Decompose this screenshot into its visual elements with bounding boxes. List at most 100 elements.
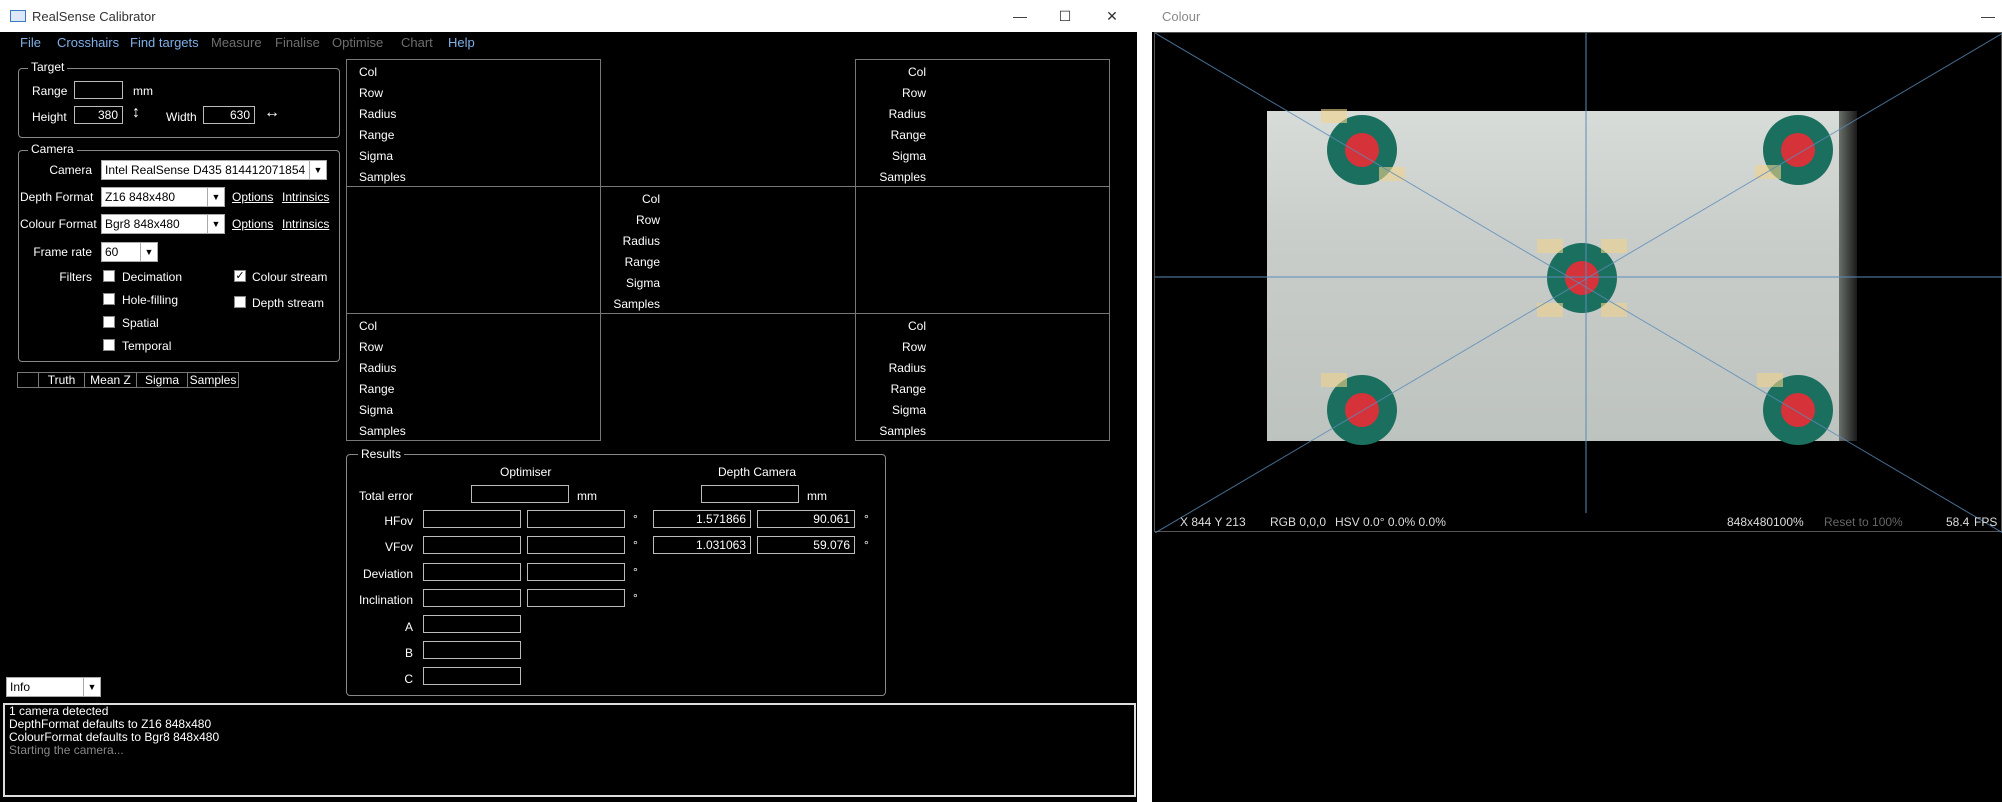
b-field[interactable] bbox=[423, 641, 521, 659]
depth-stream-label: Depth stream bbox=[252, 296, 325, 310]
camera-select-value: Intel RealSense D435 814412071854 bbox=[105, 163, 306, 177]
cell-radius-label: Radius bbox=[888, 361, 926, 375]
inclination-label: Inclination bbox=[358, 593, 413, 607]
vfov-optimiser-field-2[interactable] bbox=[527, 536, 625, 554]
log-level-value: Info bbox=[10, 680, 31, 694]
target-group-label: Target bbox=[28, 60, 68, 74]
menu-crosshairs[interactable]: Crosshairs bbox=[57, 35, 119, 50]
reset-zoom-button[interactable]: Reset to 100% bbox=[1824, 515, 1903, 529]
colour-intrinsics-link[interactable]: Intrinsics bbox=[282, 217, 329, 231]
colour-stream-label: Colour stream bbox=[252, 270, 328, 284]
cell-sigma-label: Sigma bbox=[891, 403, 926, 417]
degree-unit: ° bbox=[633, 512, 638, 526]
minimize-icon[interactable]: — bbox=[1000, 4, 1040, 28]
inclination-field-2[interactable] bbox=[527, 589, 625, 607]
log-level-select[interactable]: Info ▼ bbox=[6, 677, 101, 697]
cell-col-label: Col bbox=[641, 192, 660, 206]
colour-stream-checkbox[interactable]: ✓ bbox=[234, 270, 246, 282]
app-icon bbox=[10, 10, 26, 22]
depth-camera-header: Depth Camera bbox=[718, 465, 797, 479]
cell-col-label: Col bbox=[359, 65, 378, 79]
decimation-label: Decimation bbox=[122, 270, 183, 284]
colour-format-value: Bgr8 848x480 bbox=[105, 217, 180, 231]
depth-intrinsics-link[interactable]: Intrinsics bbox=[282, 190, 329, 204]
temporal-checkbox[interactable] bbox=[103, 339, 115, 351]
depth-stream-checkbox[interactable] bbox=[234, 296, 246, 308]
degree-unit: ° bbox=[864, 512, 869, 526]
rgb-readout: RGB 0,0,0 bbox=[1270, 515, 1327, 529]
deviation-field-1[interactable] bbox=[423, 563, 521, 581]
vfov-camera-field-2[interactable]: 59.076 bbox=[757, 536, 855, 554]
menu-measure[interactable]: Measure bbox=[211, 35, 262, 50]
depth-format-select[interactable]: Z16 848x480 ▼ bbox=[101, 187, 225, 207]
maximize-icon[interactable]: ☐ bbox=[1045, 4, 1085, 28]
fps-value: 58.4 bbox=[1946, 515, 1970, 529]
camera-total-error-unit: mm bbox=[807, 489, 827, 503]
range-label: Range bbox=[32, 84, 68, 98]
degree-unit: ° bbox=[633, 565, 638, 579]
colour-options-link[interactable]: Options bbox=[232, 217, 273, 231]
a-field[interactable] bbox=[423, 615, 521, 633]
cursor-coords: X 844 Y 213 bbox=[1180, 515, 1246, 529]
b-label: B bbox=[404, 646, 413, 660]
depth-options-link[interactable]: Options bbox=[232, 190, 273, 204]
c-field[interactable] bbox=[423, 667, 521, 685]
hole-filling-checkbox[interactable] bbox=[103, 293, 115, 305]
cell-range-label: Range bbox=[624, 255, 660, 269]
chevron-down-icon: ▼ bbox=[207, 215, 224, 233]
truth-table-header-sigma[interactable]: Sigma bbox=[136, 372, 188, 388]
truth-table-header-mean-z[interactable]: Mean Z bbox=[84, 372, 137, 388]
target-cell-top-right: Col Row Radius Range Sigma Samples bbox=[855, 59, 1110, 187]
minimize-icon[interactable]: — bbox=[1978, 4, 1998, 28]
cell-radius-label: Radius bbox=[359, 107, 397, 121]
cell-row-label: Row bbox=[359, 86, 384, 100]
deviation-field-2[interactable] bbox=[527, 563, 625, 581]
height-label: Height bbox=[32, 110, 67, 124]
hfov-optimiser-field-2[interactable] bbox=[527, 510, 625, 528]
inclination-field-1[interactable] bbox=[423, 589, 521, 607]
resolution-readout: 848x480 bbox=[1727, 515, 1774, 529]
hfov-camera-field-1[interactable]: 1.571866 bbox=[653, 510, 751, 528]
total-error-label: Total error bbox=[358, 489, 413, 503]
vertical-arrow-icon: ↕ bbox=[132, 104, 140, 121]
spatial-checkbox[interactable] bbox=[103, 316, 115, 328]
colour-format-label: Colour Format bbox=[20, 217, 97, 231]
menu-optimise[interactable]: Optimise bbox=[332, 35, 383, 50]
target-cell-bottom-middle bbox=[600, 313, 856, 441]
cell-radius-label: Radius bbox=[888, 107, 926, 121]
degree-unit: ° bbox=[864, 538, 869, 552]
camera-view[interactable] bbox=[1154, 32, 2002, 533]
camera-total-error-field[interactable] bbox=[701, 485, 799, 503]
c-label: C bbox=[404, 672, 413, 686]
width-label: Width bbox=[166, 110, 197, 124]
width-input[interactable]: 630 bbox=[203, 106, 255, 124]
cell-row-label: Row bbox=[359, 340, 384, 354]
decimation-checkbox[interactable] bbox=[103, 270, 115, 282]
cell-col-label: Col bbox=[907, 65, 926, 79]
target-cell-middle-right bbox=[855, 186, 1110, 314]
menu-help[interactable]: Help bbox=[448, 35, 475, 50]
colour-format-select[interactable]: Bgr8 848x480 ▼ bbox=[101, 214, 225, 234]
hfov-camera-field-2[interactable]: 90.061 bbox=[757, 510, 855, 528]
menu-finalise[interactable]: Finalise bbox=[275, 35, 320, 50]
window-title: RealSense Calibrator bbox=[32, 9, 156, 24]
cell-range-label: Range bbox=[890, 128, 926, 142]
camera-select[interactable]: Intel RealSense D435 814412071854 ▼ bbox=[101, 160, 327, 180]
vfov-camera-field-1[interactable]: 1.031063 bbox=[653, 536, 751, 554]
spatial-label: Spatial bbox=[122, 316, 159, 330]
menu-chart[interactable]: Chart bbox=[401, 35, 433, 50]
truth-table-header-samples[interactable]: Samples bbox=[187, 372, 239, 388]
truth-table-header-truth[interactable]: Truth bbox=[38, 372, 85, 388]
range-input[interactable] bbox=[74, 81, 123, 99]
close-icon[interactable]: ✕ bbox=[1092, 4, 1132, 28]
frame-rate-select[interactable]: 60 ▼ bbox=[101, 242, 158, 262]
truth-table-header-blank[interactable] bbox=[17, 372, 39, 388]
optimiser-total-error-field[interactable] bbox=[471, 485, 569, 503]
log-panel[interactable]: 1 camera detected DepthFormat defaults t… bbox=[3, 703, 1136, 797]
frame-rate-label: Frame rate bbox=[33, 245, 92, 259]
vfov-optimiser-field-1[interactable] bbox=[423, 536, 521, 554]
hfov-optimiser-field-1[interactable] bbox=[423, 510, 521, 528]
height-input[interactable]: 380 bbox=[74, 106, 123, 124]
menu-find-targets[interactable]: Find targets bbox=[130, 35, 199, 50]
menu-file[interactable]: File bbox=[20, 35, 41, 50]
